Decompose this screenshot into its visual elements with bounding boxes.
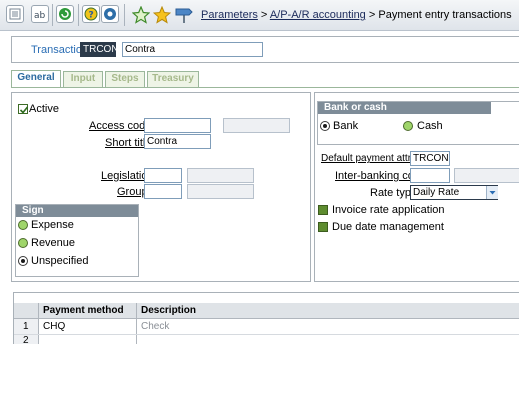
toolbar: ab ? Parameters > A/P-A/R accounting > P…: [0, 0, 519, 31]
tab-strip-divider: [11, 87, 519, 88]
breadcrumb-separator: >: [260, 9, 268, 21]
breadcrumb-current: Payment entry transactions: [378, 9, 512, 21]
sign-expense-label: Expense: [31, 219, 74, 231]
group-label: Group: [117, 186, 148, 198]
signpost-icon[interactable]: [174, 6, 194, 24]
default-payment-field[interactable]: TRCON: [410, 151, 450, 166]
access-code-description: [223, 118, 290, 133]
star-icon[interactable]: [152, 5, 172, 24]
tab-steps[interactable]: Steps: [105, 71, 145, 87]
tab-treasury[interactable]: Treasury: [147, 71, 199, 87]
legislation-description: [187, 168, 254, 183]
group-description: [187, 184, 254, 199]
inter-banking-field[interactable]: [410, 168, 450, 183]
star-outline-icon[interactable]: [131, 5, 151, 24]
list-icon[interactable]: [6, 5, 24, 23]
bank-or-cash-title: Bank or cash: [318, 102, 491, 114]
cash-radio[interactable]: [403, 121, 413, 131]
text-ab-icon[interactable]: ab: [31, 5, 49, 23]
column-header-payment-method[interactable]: Payment method: [43, 304, 124, 318]
invoice-rate-label: Invoice rate application: [332, 204, 445, 216]
bank-label: Bank: [333, 120, 359, 132]
transaction-description-field[interactable]: Contra: [122, 42, 263, 57]
svg-text:?: ?: [89, 11, 94, 21]
short-title-field[interactable]: Contra: [144, 134, 211, 149]
breadcrumb: Parameters > A/P-A/R accounting > Paymen…: [201, 9, 512, 21]
cash-label: Cash: [417, 120, 443, 132]
refresh-icon[interactable]: [56, 5, 74, 23]
active-label: Active: [29, 103, 59, 115]
breadcrumb-parameters-link[interactable]: Parameters: [201, 9, 258, 21]
row-number: 2: [23, 335, 29, 344]
due-date-label: Due date management: [332, 221, 444, 233]
tab-general[interactable]: General: [11, 70, 61, 88]
help-icon[interactable]: ?: [82, 5, 100, 23]
transaction-code-field[interactable]: TRCON: [80, 42, 119, 57]
column-header-description[interactable]: Description: [141, 304, 196, 318]
grid-divider: [136, 303, 137, 344]
rate-type-value: Daily Rate: [413, 187, 460, 198]
sign-revenue-radio[interactable]: [18, 238, 28, 248]
breadcrumb-separator: >: [368, 9, 376, 21]
sign-revenue-label: Revenue: [31, 237, 76, 249]
tab-input[interactable]: Input: [63, 71, 103, 87]
sign-expense-radio[interactable]: [18, 220, 28, 230]
grid-divider: [38, 303, 39, 344]
active-checkbox[interactable]: [18, 104, 29, 114]
svg-text:ab: ab: [34, 11, 46, 21]
invoice-rate-checkbox[interactable]: [318, 205, 328, 215]
group-field[interactable]: [144, 184, 182, 199]
sign-unspecified-label: Unspecified: [31, 255, 89, 267]
bank-radio[interactable]: [320, 121, 330, 131]
legislation-field[interactable]: [144, 168, 182, 183]
description-cell: Check: [141, 321, 170, 332]
access-code-field[interactable]: [144, 118, 211, 133]
due-date-checkbox[interactable]: [318, 222, 328, 232]
rate-type-select[interactable]: Daily Rate: [410, 185, 498, 200]
row-separator: [14, 334, 519, 335]
breadcrumb-ap-ar-link[interactable]: A/P-A/R accounting: [270, 9, 366, 21]
sign-group-title: Sign: [16, 205, 138, 217]
settings-icon[interactable]: [101, 5, 119, 23]
default-payment-label: Default payment attri...: [321, 153, 422, 164]
inter-banking-description: [454, 168, 519, 183]
payment-method-cell[interactable]: CHQ: [43, 320, 65, 334]
empty-area: [0, 344, 519, 411]
row-number: 1: [23, 321, 29, 332]
access-code-label: Access code: [89, 120, 152, 132]
chevron-down-icon[interactable]: [486, 186, 498, 199]
sign-unspecified-radio[interactable]: [18, 256, 28, 266]
